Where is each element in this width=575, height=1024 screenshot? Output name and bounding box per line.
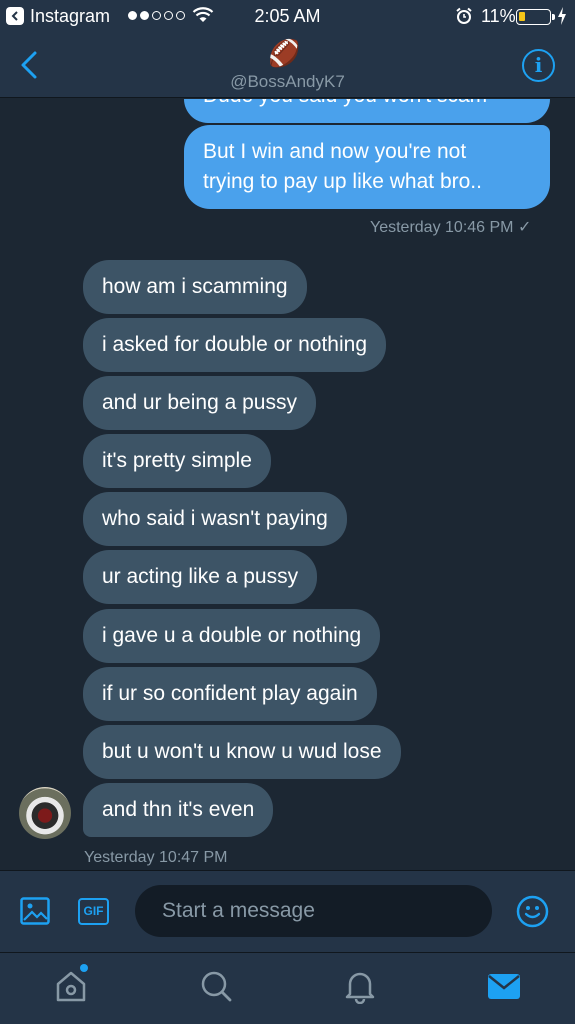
- battery-percent: 11%: [481, 6, 516, 26]
- sent-message[interactable]: Dude you said you won't scam: [184, 99, 550, 123]
- conversation-header: 🏈 @BossAndyK7 i: [0, 34, 575, 98]
- unread-dot: [80, 964, 88, 972]
- home-icon[interactable]: [53, 968, 89, 1004]
- received-message[interactable]: and thn it's even: [83, 783, 274, 837]
- football-emoji: 🏈: [268, 38, 301, 68]
- emoji-icon[interactable]: [516, 895, 549, 928]
- received-message[interactable]: and ur being a pussy: [83, 376, 316, 430]
- conversation-handle[interactable]: @BossAndyK7: [0, 72, 575, 92]
- received-message[interactable]: how am i scamming: [83, 260, 307, 314]
- photo-icon[interactable]: [20, 897, 50, 925]
- received-message[interactable]: if ur so confident play again: [83, 667, 377, 721]
- battery-icon: [516, 9, 555, 25]
- received-message[interactable]: i gave u a double or nothing: [83, 609, 381, 663]
- message-thread[interactable]: Dude you said you won't scam But I win a…: [0, 99, 575, 870]
- received-message[interactable]: ur acting like a pussy: [83, 550, 318, 604]
- received-message[interactable]: i asked for double or nothing: [83, 318, 387, 372]
- received-message[interactable]: it's pretty simple: [83, 434, 271, 488]
- search-icon[interactable]: [198, 968, 234, 1004]
- charging-icon: [558, 7, 566, 25]
- tab-bar: [0, 952, 575, 1024]
- gif-button[interactable]: GIF: [78, 898, 109, 925]
- message-input[interactable]: Start a message: [135, 885, 492, 937]
- alarm-icon: [456, 7, 472, 24]
- received-timestamp: Yesterday 10:47 PM: [84, 849, 228, 866]
- sent-message[interactable]: But I win and now you're not trying to p…: [184, 125, 550, 209]
- received-message[interactable]: but u won't u know u wud lose: [83, 725, 401, 779]
- messages-icon[interactable]: [486, 968, 522, 1004]
- sender-avatar[interactable]: [19, 787, 71, 839]
- status-bar: Instagram 2:05 AM 11%: [0, 0, 575, 34]
- received-message[interactable]: who said i wasn't paying: [83, 492, 347, 546]
- message-composer: GIF Start a message: [0, 870, 575, 952]
- info-button[interactable]: i: [522, 49, 555, 82]
- notifications-icon[interactable]: [342, 968, 378, 1004]
- sent-timestamp: Yesterday 10:46 PM ✓: [370, 219, 532, 236]
